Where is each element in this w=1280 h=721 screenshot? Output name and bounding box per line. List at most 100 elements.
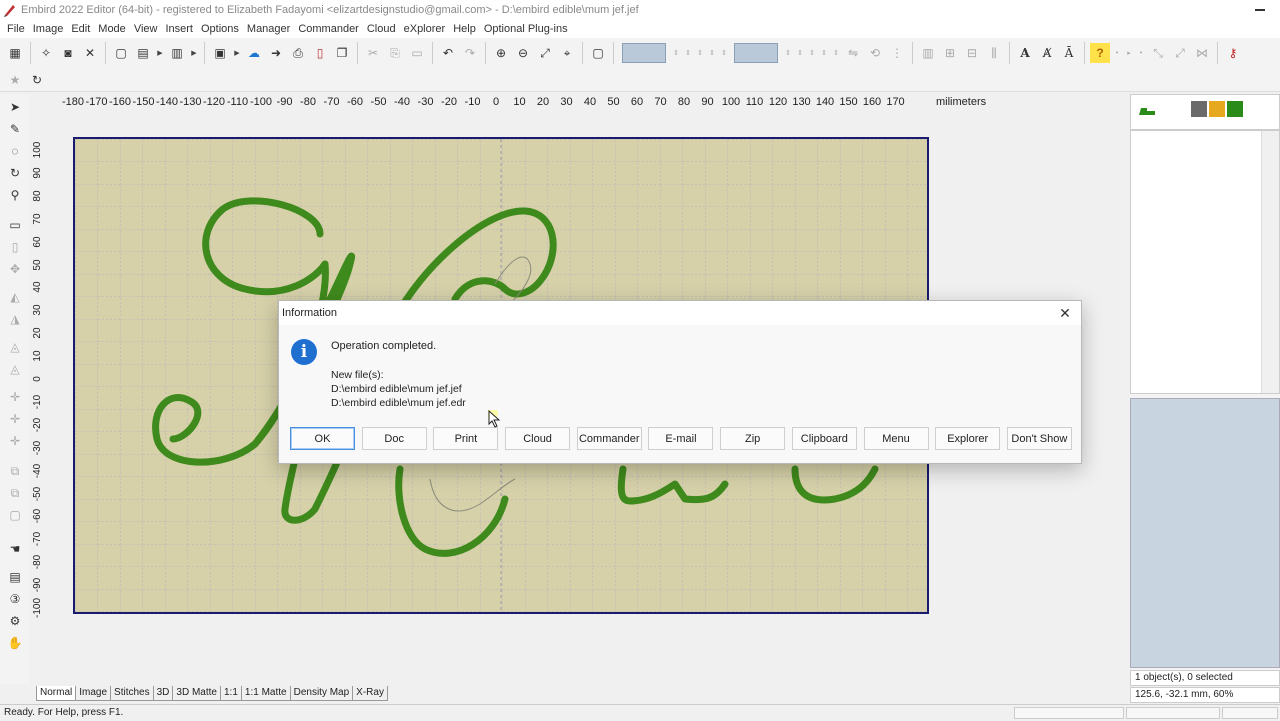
tab-stitches[interactable]: Stitches	[110, 686, 154, 701]
node-remove-icon[interactable]: ◬	[5, 360, 25, 378]
magnifier-icon[interactable]: ⚲	[5, 186, 25, 204]
cut-icon[interactable]: ✂	[363, 43, 383, 63]
star-icon[interactable]: ★	[5, 70, 25, 90]
print-icon[interactable]: ⎙	[288, 43, 308, 63]
tab-3d-matte[interactable]: 3D Matte	[172, 686, 221, 701]
bring-front-icon[interactable]: ⧉	[5, 462, 25, 480]
nav-icon[interactable]: •	[1136, 43, 1146, 63]
menu-explorer[interactable]: eXplorer	[404, 23, 446, 35]
zoom-in-icon[interactable]: ⊕	[491, 43, 511, 63]
align-icon[interactable]: ⇕	[831, 43, 841, 63]
align-icon[interactable]: ⇕	[707, 43, 717, 63]
hoop-icon[interactable]: ▦	[5, 43, 25, 63]
text-edit-icon[interactable]: Ⱥ	[1037, 43, 1057, 63]
move-icon[interactable]: ✥	[5, 260, 25, 278]
tab-image[interactable]: Image	[75, 686, 112, 701]
node-edit-icon[interactable]: ✎	[5, 120, 25, 138]
cloud-icon[interactable]: ☁	[244, 43, 264, 63]
menu-edit[interactable]: Edit	[71, 23, 90, 35]
commander-button[interactable]: Commander	[576, 427, 642, 450]
tab-1-1[interactable]: 1:1	[219, 686, 242, 701]
height-field[interactable]	[734, 43, 778, 63]
nav-icon[interactable]: •	[1112, 43, 1122, 63]
text-icon[interactable]: A	[1015, 43, 1035, 63]
center-icon[interactable]: ✛	[5, 432, 25, 450]
rotate-small-icon[interactable]: ↻	[27, 70, 47, 90]
zoom-area-icon[interactable]: ⌖	[557, 43, 577, 63]
menu-options[interactable]: Options	[201, 23, 239, 35]
align-icon[interactable]: ⇕	[683, 43, 693, 63]
camera-icon[interactable]: ◙	[58, 43, 78, 63]
menu-image[interactable]: Image	[33, 23, 64, 35]
rectangle-select-icon[interactable]: ▭	[5, 216, 25, 234]
rotate-icon[interactable]: ⟲	[865, 43, 885, 63]
send-back-icon[interactable]: ⧉	[5, 484, 25, 502]
dropdown-arrow-icon[interactable]: ▶	[232, 43, 242, 63]
paste-icon[interactable]: ▭	[407, 43, 427, 63]
copy-icon[interactable]: ⎘	[385, 43, 405, 63]
key-icon[interactable]: ⚷	[1223, 43, 1243, 63]
menu-button[interactable]: Menu	[863, 427, 929, 450]
object-list-scrollbar[interactable]	[1261, 131, 1279, 393]
menu-view[interactable]: View	[134, 23, 158, 35]
frame-icon[interactable]: ▢	[5, 506, 25, 524]
settings-icon[interactable]: ⋈	[1192, 43, 1212, 63]
menu-optional-plugins[interactable]: Optional Plug-ins	[484, 23, 568, 35]
skew-icon[interactable]: ◮	[5, 310, 25, 328]
menu-mode[interactable]: Mode	[98, 23, 126, 35]
align-icon[interactable]: ⇕	[695, 43, 705, 63]
menu-manager[interactable]: Manager	[247, 23, 290, 35]
new-file-icon[interactable]: ▢	[111, 43, 131, 63]
dropdown-arrow-icon[interactable]: ▶	[189, 43, 199, 63]
expand-icon[interactable]: ⤢	[1170, 43, 1190, 63]
color-swatch-gray[interactable]	[1191, 101, 1207, 117]
stitch-list-icon[interactable]: ▤	[5, 568, 25, 586]
mirror-tool-icon[interactable]: ◭	[5, 288, 25, 306]
print-button[interactable]: Print	[433, 427, 499, 450]
color-swatch-green[interactable]	[1227, 101, 1243, 117]
zoom-out-icon[interactable]: ⊖	[513, 43, 533, 63]
tab-1-1-matte[interactable]: 1:1 Matte	[240, 686, 291, 701]
help-icon[interactable]: ?	[1090, 43, 1110, 63]
import-icon[interactable]: ▥	[167, 43, 187, 63]
menu-insert[interactable]: Insert	[165, 23, 193, 35]
layers-icon[interactable]: ⫼	[984, 43, 1004, 63]
zip-button[interactable]: Zip	[720, 427, 786, 450]
menu-file[interactable]: File	[7, 23, 25, 35]
menu-help[interactable]: Help	[453, 23, 476, 35]
lasso-icon[interactable]: ◌	[5, 142, 25, 160]
delete-icon[interactable]: ▥	[918, 43, 938, 63]
redo-icon[interactable]: ↷	[460, 43, 480, 63]
save-icon[interactable]: ▣	[210, 43, 230, 63]
zoom-fit-icon[interactable]: ⤢	[535, 43, 555, 63]
close-window-button[interactable]	[1240, 0, 1280, 20]
cloud-button[interactable]: Cloud	[505, 427, 571, 450]
select-arrow-icon[interactable]: ➤	[5, 98, 25, 116]
text-outline-icon[interactable]: Ā	[1059, 43, 1079, 63]
align-icon[interactable]: ⇕	[783, 43, 793, 63]
align-icon[interactable]: ⇕	[819, 43, 829, 63]
cross-stitch-icon[interactable]: ✕	[80, 43, 100, 63]
undo-icon[interactable]: ↶	[438, 43, 458, 63]
3d-view-icon[interactable]: ③	[5, 590, 25, 608]
tab-3d[interactable]: 3D	[152, 686, 174, 701]
tab-density-map[interactable]: Density Map	[289, 686, 354, 701]
explorer-button[interactable]: Explorer	[935, 427, 1001, 450]
distribute-icon[interactable]: ⋮	[887, 43, 907, 63]
tab-normal[interactable]: Normal	[36, 686, 77, 701]
open-folder-icon[interactable]: ▤	[133, 43, 153, 63]
align-icon[interactable]: ⇕	[671, 43, 681, 63]
email-button[interactable]: E-mail	[648, 427, 714, 450]
menu-cloud[interactable]: Cloud	[367, 23, 396, 35]
mirror-icon[interactable]: ⇋	[843, 43, 863, 63]
node-add-icon[interactable]: ◬	[5, 338, 25, 356]
menu-commander[interactable]: Commander	[298, 23, 359, 35]
ungroup-icon[interactable]: ⊟	[962, 43, 982, 63]
resize-icon[interactable]: ⤡	[1148, 43, 1168, 63]
width-field[interactable]	[622, 43, 666, 63]
ok-button[interactable]: OK	[290, 427, 355, 450]
pointer-stitch-icon[interactable]: ☚	[5, 540, 25, 558]
wand-icon[interactable]: ✧	[36, 43, 56, 63]
color-swatch-orange[interactable]	[1209, 101, 1225, 117]
hand-icon[interactable]: ✋	[5, 634, 25, 652]
